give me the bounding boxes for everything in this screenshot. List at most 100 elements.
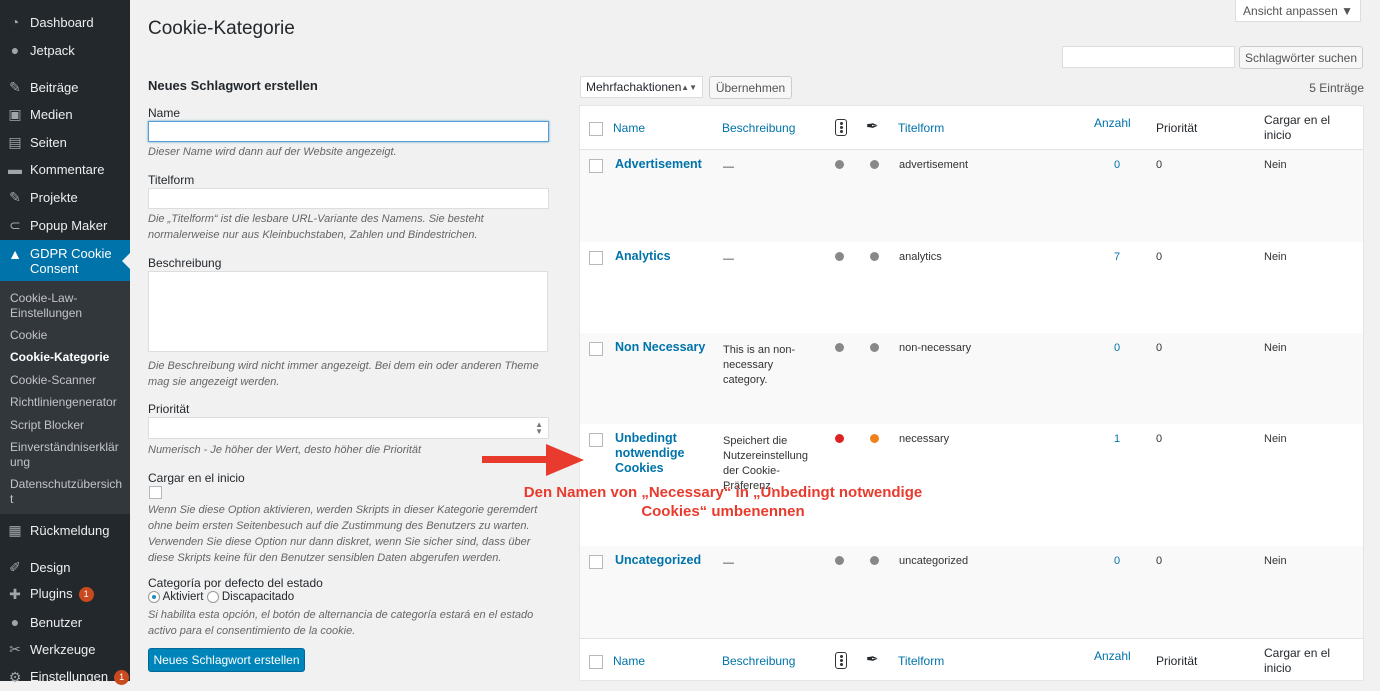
menu-settings[interactable]: ⚙ Einstellungen 1 [0, 663, 130, 691]
radio-disabled-label: Discapacitado [221, 591, 295, 604]
column-description[interactable]: Beschreibung [722, 121, 795, 135]
status-dot [835, 556, 844, 565]
comment-icon: ▬ [8, 161, 22, 177]
menu-label: Benutzer [30, 614, 83, 630]
traffic-light-icon [835, 652, 847, 669]
row-priority: 0 [1156, 555, 1163, 567]
select-all-checkbox[interactable] [589, 122, 603, 136]
menu-tools[interactable]: ✂ Werkzeuge [0, 635, 130, 663]
table-row: Analytics — analytics 7 0 Nein [580, 242, 1363, 333]
submenu-item[interactable]: Cookie-Law-Einstellungen [10, 291, 125, 321]
menu-jetpack[interactable]: ● Jetpack [0, 36, 130, 64]
row-slug: necessary [899, 433, 950, 445]
feather-icon: ✒ [866, 118, 879, 135]
menu-gdpr-cookie-consent[interactable]: ▲ GDPR Cookie Consent [0, 240, 130, 281]
status-dot [870, 343, 879, 352]
column-slug[interactable]: Titelform [898, 121, 944, 135]
load-on-start-hint: Wenn Sie diese Option aktivieren, werden… [148, 504, 538, 564]
menu-label: Jetpack [30, 42, 75, 58]
priority-input[interactable]: ▲ ▼ [148, 417, 549, 439]
apply-button[interactable]: Übernehmen [709, 76, 792, 99]
slug-field[interactable] [148, 188, 549, 209]
load-on-start-checkbox[interactable] [149, 486, 162, 499]
menu-comments[interactable]: ▬ Kommentare [0, 155, 130, 183]
search-tags-button[interactable]: Schlagwörter suchen [1239, 46, 1363, 69]
row-description: This is an non-necessary category. [723, 344, 796, 386]
menu-label: Beiträge [30, 79, 79, 95]
menu-posts[interactable]: ✎ Beiträge [0, 73, 130, 101]
column-count[interactable]: Anzahl [1094, 116, 1131, 130]
menu-label: GDPR Cookie Consent [30, 246, 112, 276]
items-count: 5 Einträge [1309, 81, 1364, 95]
screen-options-button[interactable]: Ansicht anpassen ▼ [1235, 0, 1361, 22]
row-checkbox[interactable] [589, 342, 603, 356]
menu-projects[interactable]: ✎ Projekte [0, 183, 130, 211]
row-name-link[interactable]: Unbedingt notwendige Cookies [615, 431, 710, 476]
row-checkbox[interactable] [589, 433, 603, 447]
pin-icon: ✎ [9, 78, 21, 95]
row-count-link[interactable]: 0 [1114, 342, 1120, 354]
radio-disabled[interactable] [206, 591, 219, 603]
column-slug[interactable]: Titelform [898, 654, 944, 668]
row-load-on-start: Nein [1264, 342, 1287, 354]
menu-label: Kommentare [30, 161, 105, 177]
menu-plugins[interactable]: ✚ Plugins 1 [0, 580, 130, 608]
select-all-checkbox[interactable] [589, 655, 603, 669]
row-name-link[interactable]: Uncategorized [615, 553, 710, 568]
row-name-link[interactable]: Analytics [615, 249, 710, 264]
row-load-on-start: Nein [1264, 251, 1287, 263]
name-label: Name [148, 106, 181, 120]
column-count[interactable]: Anzahl [1094, 649, 1131, 663]
name-hint: Dieser Name wird dann auf der Website an… [148, 146, 397, 158]
submenu-item[interactable]: Richtliniengenerator [10, 395, 125, 410]
row-name-link[interactable]: Non Necessary [615, 340, 710, 355]
row-load-on-start: Nein [1264, 433, 1287, 445]
menu-label: Design [30, 559, 71, 575]
description-textarea[interactable] [148, 271, 548, 352]
menu-feedback[interactable]: ▦ Rückmeldung [0, 516, 130, 544]
column-name[interactable]: Name [613, 121, 645, 135]
menu-users[interactable]: ● Benutzer [0, 608, 130, 636]
menu-design[interactable]: ✐ Design [0, 553, 130, 581]
menu-dashboard[interactable]: ◔ Dashboard [0, 8, 130, 36]
popup-icon: ⊂ [9, 216, 21, 233]
load-on-start-label: Cargar en el inicio [148, 471, 245, 485]
spinner-icon[interactable]: ▲ ▼ [535, 421, 543, 436]
priority-label: Priorität [148, 402, 190, 416]
menu-pages[interactable]: ▤ Seiten [0, 128, 130, 156]
status-dot [835, 160, 844, 169]
search-input[interactable] [1062, 46, 1235, 68]
radio-active[interactable] [148, 591, 160, 603]
menu-label: Projekte [30, 189, 78, 205]
column-name[interactable]: Name [613, 654, 645, 668]
row-priority: 0 [1156, 251, 1163, 263]
add-new-tag-button[interactable]: Neues Schlagwort erstellen [148, 648, 305, 672]
admin-sidebar: ◔ Dashboard ● Jetpack ✎ Beiträge ▣ Medien ▤ S… [0, 0, 130, 686]
row-name-link[interactable]: Advertisement [615, 157, 710, 172]
column-priority: Priorität [1156, 654, 1198, 668]
bulk-actions-select[interactable]: Mehrfachaktionen ▲▼ [580, 76, 703, 98]
brush-icon: ✐ [9, 558, 21, 575]
row-count-link[interactable]: 0 [1114, 555, 1120, 567]
submenu-item-current[interactable]: Cookie-Kategorie [10, 350, 125, 365]
default-state-label: Categoría por defecto del estado [148, 576, 323, 590]
submenu-item[interactable]: Cookie [10, 328, 125, 343]
row-count-link[interactable]: 0 [1114, 159, 1120, 171]
menu-media[interactable]: ▣ Medien [0, 100, 130, 128]
row-checkbox[interactable] [589, 555, 603, 569]
menu-popup-maker[interactable]: ⊂ Popup Maker [0, 211, 130, 239]
row-checkbox[interactable] [589, 159, 603, 173]
default-state-options: Aktiviert Discapacitado [148, 591, 294, 603]
submenu-item[interactable]: Einverständniserklärung [10, 440, 125, 470]
row-priority: 0 [1156, 342, 1163, 354]
name-field[interactable] [148, 121, 549, 142]
menu-label: Seiten [30, 134, 67, 150]
submenu-item[interactable]: Script Blocker [10, 418, 125, 433]
row-count-link[interactable]: 7 [1114, 251, 1120, 263]
row-count-link[interactable]: 1 [1114, 433, 1120, 445]
default-state-hint: Si habilita esta opción, el botón de alt… [148, 609, 534, 637]
submenu-item[interactable]: Datenschutzübersicht [10, 477, 125, 507]
column-description[interactable]: Beschreibung [722, 654, 795, 668]
row-checkbox[interactable] [589, 251, 603, 265]
submenu-item[interactable]: Cookie-Scanner [10, 373, 125, 388]
